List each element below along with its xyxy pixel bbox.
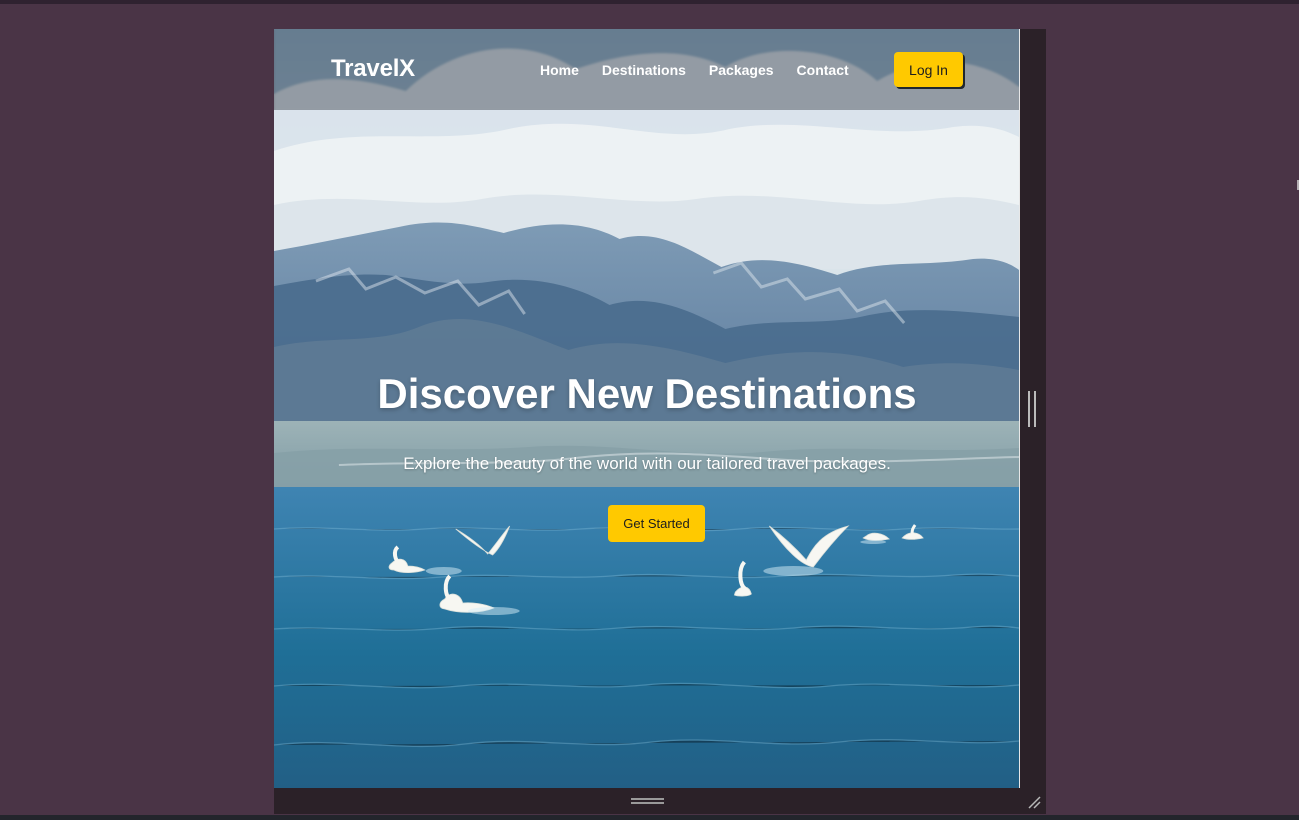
- get-started-button[interactable]: Get Started: [608, 505, 705, 542]
- hero-title: Discover New Destinations: [377, 370, 917, 417]
- nav-home-link[interactable]: Home: [540, 62, 579, 78]
- double-vertical-line-icon[interactable]: [1028, 391, 1036, 427]
- website-viewport: TravelX Home Destinations Packages Conta…: [274, 29, 1020, 788]
- nav-menu: Home Destinations Packages Contact: [540, 62, 849, 78]
- responsive-preview-frame: TravelX Home Destinations Packages Conta…: [274, 29, 1046, 814]
- nav-destinations-link[interactable]: Destinations: [602, 62, 686, 78]
- hero-subtitle: Explore the beauty of the world with our…: [403, 454, 891, 473]
- brand-logo[interactable]: TravelX: [331, 55, 415, 83]
- double-horizontal-line-icon[interactable]: [631, 798, 664, 804]
- nav-packages-link[interactable]: Packages: [709, 62, 774, 78]
- top-navigation: TravelX Home Destinations Packages Conta…: [274, 29, 1019, 110]
- window-bottom-strip: [0, 815, 1299, 820]
- login-button[interactable]: Log In: [894, 52, 963, 87]
- browser-top-strip: [0, 0, 1299, 4]
- preview-bottom-bar: [274, 788, 1046, 814]
- resize-corner-icon[interactable]: [1025, 793, 1043, 811]
- nav-contact-link[interactable]: Contact: [797, 62, 849, 78]
